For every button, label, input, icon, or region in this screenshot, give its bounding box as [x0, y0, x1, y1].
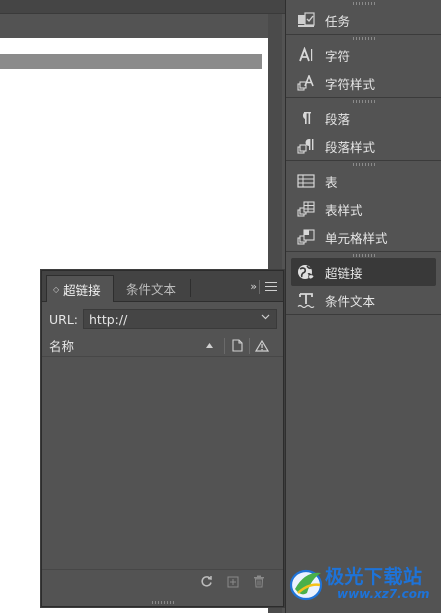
- page-text-frame[interactable]: [0, 54, 262, 69]
- list-column-header: 名称: [42, 335, 283, 357]
- paragraph-style-icon: [296, 137, 316, 155]
- dock-item-label: 单元格样式: [325, 230, 388, 246]
- url-input[interactable]: http://: [89, 312, 127, 327]
- hyperlink-list[interactable]: [42, 358, 283, 570]
- dock-item-label: 表: [325, 174, 338, 190]
- collapse-panel-icon[interactable]: ››: [250, 280, 257, 293]
- dock-item-conditional-text[interactable]: 条件文本: [286, 286, 441, 314]
- dock-item-label: 段落样式: [325, 139, 376, 155]
- column-divider: [249, 337, 250, 354]
- dock-item-table[interactable]: 表: [286, 167, 441, 195]
- watermark-url: www.xz7.com: [337, 587, 430, 601]
- url-row: URL: http://: [42, 309, 283, 329]
- refresh-icon[interactable]: [200, 575, 213, 591]
- tab-label: 超链接: [63, 282, 101, 298]
- warning-column-icon[interactable]: [255, 339, 269, 353]
- document-tab-bar: [0, 0, 285, 14]
- tab-label: 条件文本: [126, 282, 177, 297]
- dock-group-hyperlinks: 超链接 条件文本: [286, 252, 441, 315]
- tab-hyperlinks[interactable]: ◇ 超链接: [46, 275, 114, 302]
- dock-item-character-styles[interactable]: 字符样式: [286, 69, 441, 97]
- dock-group-character: 字符 字符样式: [286, 35, 441, 98]
- dock-item-label: 字符: [325, 48, 351, 64]
- page-column-icon[interactable]: [230, 339, 244, 353]
- panel-footer: [42, 569, 283, 596]
- character-icon: [296, 46, 316, 64]
- character-style-icon: [296, 74, 316, 92]
- dock-group-paragraph: 段落 段落样式: [286, 98, 441, 161]
- tab-conditional-text[interactable]: 条件文本: [126, 275, 176, 302]
- url-label: URL:: [49, 311, 79, 327]
- table-icon: [296, 172, 316, 190]
- watermark-text: 极光下载站: [325, 566, 423, 588]
- panel-dock: 任务 字符 字符样式 段落 段落样式 表 表样式 单元格样式 超链接 条件文本: [285, 0, 441, 613]
- paragraph-icon: [296, 109, 316, 127]
- tab-expand-icon[interactable]: ◇: [53, 285, 59, 294]
- sort-ascending-icon[interactable]: [204, 341, 214, 351]
- header-divider: [259, 280, 260, 294]
- dock-item-label: 表样式: [325, 202, 363, 218]
- task-icon: [296, 11, 316, 29]
- conditional-text-icon: [296, 291, 316, 309]
- table-style-icon: [296, 200, 316, 218]
- dock-item-label: 条件文本: [325, 293, 376, 309]
- panel-resize-grip[interactable]: [42, 599, 283, 605]
- column-divider: [224, 337, 225, 354]
- dock-item-label: 任务: [325, 13, 351, 29]
- dock-item-hyperlinks[interactable]: 超链接: [291, 258, 436, 286]
- dock-item-paragraph-styles[interactable]: 段落样式: [286, 132, 441, 160]
- hyperlinks-panel: ◇ 超链接 条件文本 ›› URL: http:// 名称: [41, 270, 284, 607]
- panel-tab-bar: ◇ 超链接 条件文本 ››: [42, 271, 283, 302]
- new-hyperlink-icon[interactable]: [227, 576, 239, 591]
- url-combobox[interactable]: http://: [83, 309, 277, 329]
- hyperlink-icon: [296, 263, 316, 281]
- dock-item-label: 超链接: [325, 265, 363, 281]
- watermark: 极光下载站 www.xz7.com: [287, 561, 437, 609]
- dock-item-label: 字符样式: [325, 76, 376, 92]
- dock-item-tasks[interactable]: 任务: [286, 6, 441, 34]
- dock-item-label: 段落: [325, 111, 351, 127]
- dock-item-character[interactable]: 字符: [286, 41, 441, 69]
- dock-group-tasks: 任务: [286, 0, 441, 35]
- dock-group-table: 表 表样式 单元格样式: [286, 161, 441, 252]
- cell-style-icon: [296, 228, 316, 246]
- trash-icon[interactable]: [253, 575, 265, 591]
- watermark-logo-icon: [289, 569, 323, 601]
- tab-divider: [190, 279, 191, 297]
- panel-menu-icon[interactable]: [265, 279, 277, 294]
- dock-item-table-styles[interactable]: 表样式: [286, 195, 441, 223]
- chevron-down-icon[interactable]: [261, 312, 270, 323]
- dock-item-cell-styles[interactable]: 单元格样式: [286, 223, 441, 251]
- column-name-header[interactable]: 名称: [49, 336, 204, 355]
- dock-item-paragraph[interactable]: 段落: [286, 104, 441, 132]
